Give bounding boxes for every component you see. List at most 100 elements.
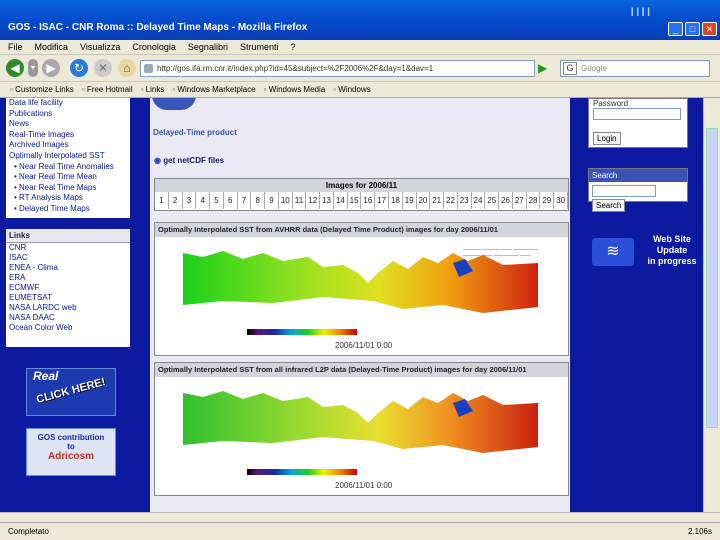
nav-sublink[interactable]: RT Analysis Maps: [6, 193, 130, 204]
bookmark-item[interactable]: Windows Media: [264, 85, 325, 94]
day-link[interactable]: 18: [389, 192, 403, 209]
home-icon[interactable]: ⌂: [118, 59, 136, 77]
nav-link[interactable]: Archived Images: [6, 140, 130, 151]
day-link[interactable]: 29: [540, 192, 555, 209]
sst-panel-avhrr: Optimally Interpolated SST from AVHRR da…: [154, 222, 569, 356]
sst-map-image[interactable]: ───── ───── ─── ─────── ───── ─── ──────…: [183, 243, 538, 335]
navigation-toolbar: ◀ ▾ ▶ ↻ ✕ ⌂ http://gos.ifa.rm.cnr.it/ind…: [0, 55, 720, 82]
day-link[interactable]: 19: [403, 192, 417, 209]
banner-text: to: [67, 442, 75, 451]
menu-view[interactable]: Visualizza: [80, 42, 120, 52]
nav-sublink[interactable]: Near Real Time Maps: [6, 183, 130, 194]
sst-map-image[interactable]: [183, 383, 538, 475]
day-link[interactable]: 15: [348, 192, 362, 209]
bookmark-item[interactable]: Windows: [333, 85, 370, 94]
day-link[interactable]: 16: [361, 192, 376, 209]
nav-link[interactable]: Data life facility: [6, 98, 130, 109]
days-header: Images for 2006/11: [155, 179, 568, 192]
vertical-scrollbar[interactable]: [703, 98, 720, 512]
nav-link[interactable]: Optimally Interpolated SST: [6, 151, 130, 162]
day-link[interactable]: 21: [430, 192, 445, 209]
day-link[interactable]: 5: [210, 192, 224, 209]
back-dropdown-icon[interactable]: ▾: [28, 59, 38, 77]
reload-icon[interactable]: ↻: [70, 59, 88, 77]
nav-link[interactable]: News: [6, 119, 130, 130]
day-link[interactable]: 28: [527, 192, 541, 209]
netcdf-link[interactable]: get netCDF files: [154, 156, 224, 165]
day-link[interactable]: 11: [293, 192, 307, 209]
titlebar-decoration: ıııı: [630, 3, 652, 20]
bookmark-item[interactable]: Windows Marketplace: [172, 85, 255, 94]
nav-sublink[interactable]: Near Real Time Mean: [6, 172, 130, 183]
nav-sublink[interactable]: Near Real Time Anomalies: [6, 162, 130, 173]
back-button[interactable]: ◀: [6, 59, 24, 77]
day-link[interactable]: 9: [265, 192, 279, 209]
external-link[interactable]: EUMETSAT: [6, 293, 130, 303]
external-link[interactable]: ECMWF: [6, 283, 130, 293]
status-text: Completato: [8, 527, 49, 536]
panel-title: Optimally Interpolated SST from all infr…: [155, 363, 568, 377]
day-link[interactable]: 12: [306, 192, 321, 209]
menu-help[interactable]: ?: [290, 42, 295, 52]
day-link[interactable]: 7: [238, 192, 252, 209]
menu-file[interactable]: File: [8, 42, 23, 52]
nav-link[interactable]: Publications: [6, 109, 130, 120]
google-icon[interactable]: G: [563, 62, 577, 75]
site-search-input[interactable]: [592, 185, 656, 197]
maximize-button[interactable]: □: [685, 22, 700, 36]
menu-tools[interactable]: Strumenti: [240, 42, 279, 52]
menu-bookmarks[interactable]: Segnalibri: [188, 42, 228, 52]
go-icon[interactable]: ▶: [538, 61, 551, 76]
nav-sublink[interactable]: Delayed Time Maps: [6, 204, 130, 215]
day-link[interactable]: 26: [499, 192, 513, 209]
gos-contribution-banner[interactable]: GOS contribution to Adricosm: [26, 428, 116, 476]
bookmark-item[interactable]: Customize Links: [10, 85, 74, 94]
external-link[interactable]: NASA LARDC web: [6, 303, 130, 313]
day-link[interactable]: 17: [375, 192, 390, 209]
external-link[interactable]: Ocean Color Web: [6, 323, 130, 333]
external-link[interactable]: ERA: [6, 273, 130, 283]
search-input[interactable]: G Google: [560, 60, 710, 77]
days-calendar: Images for 2006/11 1 2 3 4 5 6 7 8 9 10 11 12 13 14 15…: [154, 178, 569, 211]
login-button[interactable]: Login: [593, 132, 621, 145]
stop-icon[interactable]: ✕: [94, 59, 112, 77]
menu-history[interactable]: Cronologia: [132, 42, 176, 52]
address-bar[interactable]: http://gos.ifa.rm.cnr.it/index.php?id=45…: [140, 60, 535, 77]
menu-edit[interactable]: Modifica: [35, 42, 69, 52]
nav-link[interactable]: Real-Time Images: [6, 130, 130, 141]
forward-button[interactable]: ▶: [42, 59, 60, 77]
day-link[interactable]: 30: [554, 192, 568, 209]
day-link[interactable]: 24: [472, 192, 486, 209]
sst-panel-l2p: Optimally Interpolated SST from all infr…: [154, 362, 569, 496]
password-field[interactable]: [593, 108, 681, 120]
external-link[interactable]: CNR: [6, 243, 130, 253]
close-button[interactable]: ✕: [702, 22, 717, 36]
site-logo: [152, 98, 196, 110]
day-link[interactable]: 20: [417, 192, 431, 209]
bookmark-item[interactable]: Free Hotmail: [82, 85, 133, 94]
day-link[interactable]: 14: [334, 192, 348, 209]
external-link[interactable]: NASA DAAC: [6, 313, 130, 323]
external-link[interactable]: ISAC: [6, 253, 130, 263]
day-link[interactable]: 2: [169, 192, 183, 209]
minimize-button[interactable]: _: [668, 22, 683, 36]
site-search-button[interactable]: Search: [592, 199, 626, 212]
day-link[interactable]: 23: [458, 192, 472, 209]
day-link[interactable]: 27: [513, 192, 527, 209]
horizontal-scrollbar[interactable]: [0, 512, 720, 522]
day-link[interactable]: 1: [155, 192, 169, 209]
day-link[interactable]: 13: [320, 192, 334, 209]
bookmark-item[interactable]: Links: [141, 85, 165, 94]
window-titlebar: GOS - ISAC - CNR Roma :: Delayed Time Ma…: [0, 0, 720, 40]
external-link[interactable]: ENEA - Clima: [6, 263, 130, 273]
day-link[interactable]: 4: [196, 192, 211, 209]
scroll-thumb[interactable]: [706, 128, 718, 428]
right-column: Password Login Search Search: [588, 98, 688, 212]
real-images-banner[interactable]: Real CLICK HERE!: [26, 368, 116, 416]
day-link[interactable]: 22: [444, 192, 458, 209]
day-link[interactable]: 6: [224, 192, 238, 209]
day-link[interactable]: 8: [251, 192, 266, 209]
day-link[interactable]: 10: [279, 192, 293, 209]
day-link[interactable]: 3: [183, 192, 197, 209]
day-link[interactable]: 25: [485, 192, 500, 209]
